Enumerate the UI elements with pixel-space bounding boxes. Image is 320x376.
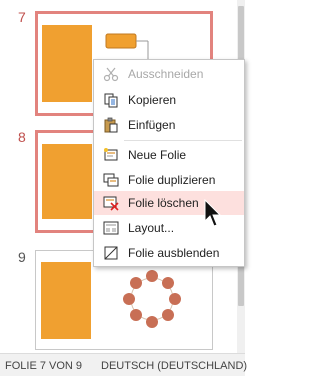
mouse-pointer-icon: [204, 199, 222, 227]
slide-image-block: [42, 144, 92, 219]
menu-item-label: Folie ausblenden: [128, 246, 220, 260]
menu-item-folie-ausblenden[interactable]: Folie ausblenden: [94, 241, 244, 265]
delete-slide-icon: [100, 194, 122, 212]
slide-number: 7: [18, 9, 26, 25]
menu-item-label: Folie duplizieren: [128, 173, 216, 187]
slide-image-block: [42, 25, 92, 102]
slide-number: 9: [18, 249, 26, 265]
menu-item-label: Neue Folie: [128, 148, 187, 162]
menu-item-ausschneiden[interactable]: Ausschneiden: [94, 62, 244, 86]
paste-icon: [100, 116, 122, 134]
new-slide-icon: [100, 146, 122, 164]
language-indicator[interactable]: DEUTSCH (DEUTSCHLAND): [101, 360, 247, 372]
menu-item-label: Ausschneiden: [128, 67, 204, 81]
menu-item-kopieren[interactable]: Kopieren: [94, 88, 244, 112]
menu-separator: [124, 140, 242, 141]
slide-position-indicator[interactable]: FOLIE 7 VON 9: [5, 360, 82, 372]
slide-image-block: [41, 262, 91, 339]
menu-item-folie-duplizieren[interactable]: Folie duplizieren: [94, 168, 244, 192]
menu-item-einfuegen[interactable]: Einfügen: [94, 113, 244, 137]
menu-item-neue-folie[interactable]: Neue Folie: [94, 143, 244, 167]
duplicate-slide-icon: [100, 171, 122, 189]
copy-icon: [100, 91, 122, 109]
slide-cycle-diagram: [123, 270, 181, 328]
layout-icon: [100, 219, 122, 237]
scissors-icon: [100, 65, 122, 83]
menu-item-label: Folie löschen: [128, 196, 199, 210]
menu-item-label: Einfügen: [128, 118, 176, 132]
status-bar: FOLIE 7 VON 9 DEUTSCH (DEUTSCHLAND): [0, 353, 247, 376]
hide-slide-icon: [100, 244, 122, 262]
menu-item-label: Layout...: [128, 221, 175, 235]
context-menu: Ausschneiden Kopieren Einfügen Neue Foli…: [93, 59, 245, 267]
menu-item-label: Kopieren: [128, 93, 177, 107]
slide-number: 8: [18, 129, 26, 145]
